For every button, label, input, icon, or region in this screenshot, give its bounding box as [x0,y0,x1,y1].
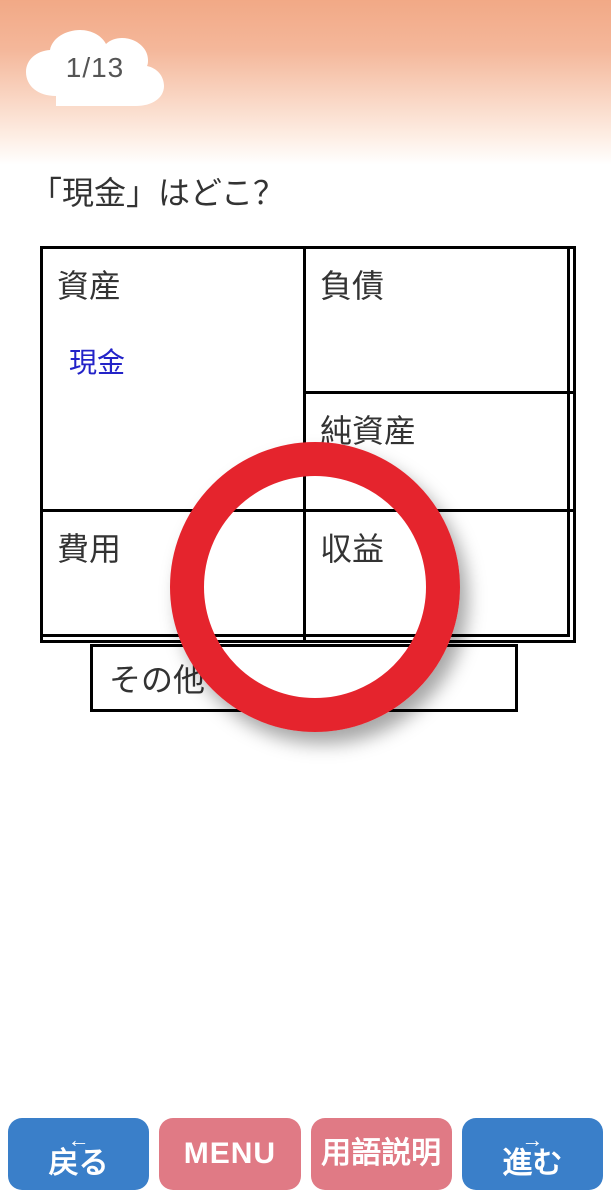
glossary-label: 用語説明 [321,1139,441,1169]
cell-revenues-label: 収益 [320,531,384,567]
menu-label: MENU [184,1139,276,1169]
cell-net-assets-label: 純資産 [320,413,416,449]
glossary-button[interactable]: 用語説明 [311,1118,452,1190]
bottom-bar: ← 戻る MENU 用語説明 → 進む [0,1110,611,1200]
progress-cloud: 1/13 [18,24,172,112]
progress-text: 1/13 [18,24,172,112]
cell-revenues[interactable]: 収益 [303,509,576,643]
accounting-grid: 資産 現金 負債 純資産 費用 収益 [40,246,570,637]
cell-expenses-label: 費用 [57,531,121,567]
cell-liabilities-label: 負債 [320,268,384,304]
cell-liabilities[interactable]: 負債 [303,246,576,394]
cell-other-label: その他 [109,655,205,701]
next-label: 進む [502,1149,562,1179]
back-button[interactable]: ← 戻る [8,1118,149,1190]
cell-net-assets[interactable]: 純資産 [303,391,576,512]
cell-other[interactable]: その他 [90,644,518,712]
question-text: 「現金」はどこ？ [30,168,285,214]
cell-expenses[interactable]: 費用 [40,509,306,643]
back-label: 戻る [49,1149,109,1179]
cell-assets-label: 資産 [57,268,121,304]
cell-assets-sub: 現金 [69,341,125,381]
menu-button[interactable]: MENU [159,1118,300,1190]
next-button[interactable]: → 進む [462,1118,603,1190]
cell-assets[interactable]: 資産 現金 [40,246,306,512]
